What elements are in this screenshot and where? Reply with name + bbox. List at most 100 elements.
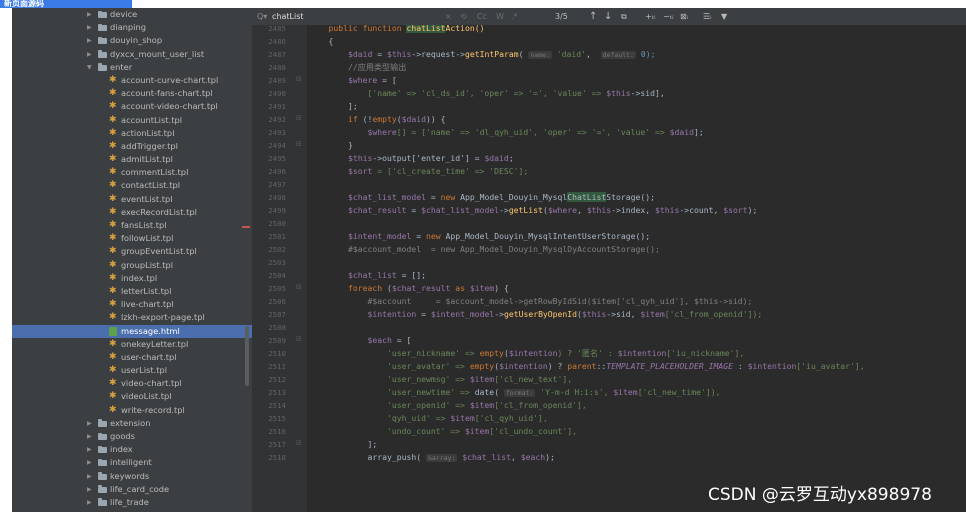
- code-line[interactable]: 'qyh_uid' => $item['cl_qyh_uid'],: [309, 412, 548, 425]
- code-line[interactable]: #$account = $account_model->getRowByIdSi…: [309, 295, 752, 308]
- chevron-right-icon[interactable]: ▶: [87, 483, 92, 496]
- tree-folder[interactable]: ▶ life_trade: [12, 496, 252, 509]
- code-line[interactable]: $chat_list_model = new App_Model_Douyin_…: [309, 191, 655, 204]
- tree-folder[interactable]: ▶ intelligent: [12, 456, 252, 469]
- code-line[interactable]: $chat_list = [];: [309, 269, 426, 282]
- code-line[interactable]: 'user_avatar' => empty($intention) ? par…: [309, 360, 865, 373]
- tree-scrollbar[interactable]: [245, 326, 249, 386]
- code-line[interactable]: $chat_result = $chat_list_model->getList…: [309, 204, 757, 217]
- fold-icon[interactable]: ⊟: [296, 75, 302, 83]
- match-case-button[interactable]: Cc: [477, 8, 487, 25]
- tree-folder[interactable]: ▶ index: [12, 443, 252, 456]
- code-line[interactable]: public function chatListAction(): [309, 25, 484, 35]
- tree-file[interactable]: ✱ groupEventList.tpl: [12, 245, 252, 258]
- search-input[interactable]: chatList: [272, 8, 304, 25]
- tree-file[interactable]: ✱ user-chart.tpl: [12, 351, 252, 364]
- tree-folder[interactable]: ▶ douyin_shop: [12, 34, 252, 47]
- multi-line-icon[interactable]: ☰ᵢ: [703, 8, 712, 25]
- fold-icon[interactable]: ⊟: [296, 283, 302, 291]
- prev-match-icon[interactable]: ↑: [589, 8, 597, 25]
- tree-folder[interactable]: ▶ dianping: [12, 21, 252, 34]
- tree-folder[interactable]: ▶ dyxcx_mount_user_list: [12, 48, 252, 61]
- code-line[interactable]: if (!empty($daid)) {: [309, 113, 446, 126]
- next-match-icon[interactable]: ↓: [604, 8, 612, 25]
- tree-folder[interactable]: ▶ device: [12, 8, 252, 21]
- chevron-right-icon[interactable]: ▶: [87, 443, 92, 456]
- code-line[interactable]: }: [309, 139, 353, 152]
- project-tree[interactable]: ▶ device ▶ dianping ▶ douyin_shop ▶ dyxcx_mount…: [12, 8, 252, 512]
- code-line[interactable]: foreach ($chat_result as $item) {: [309, 282, 509, 295]
- tree-file[interactable]: ✱ index.tpl: [12, 272, 252, 285]
- select-all-occurrences-icon[interactable]: ⧉: [621, 8, 627, 25]
- tree-file[interactable]: ✱ contactList.tpl: [12, 179, 252, 192]
- fold-icon[interactable]: ⊟: [296, 439, 302, 447]
- code-line[interactable]: ['name' => 'cl_ds_id', 'oper' => '=', 'v…: [309, 87, 664, 100]
- tree-file[interactable]: ✱ admitList.tpl: [12, 153, 252, 166]
- code-line[interactable]: $intention = $intent_model->getUserByOpe…: [309, 308, 762, 321]
- code-line[interactable]: $intent_model = new App_Model_Douyin_Mys…: [309, 230, 650, 243]
- fold-icon[interactable]: ⊟: [296, 114, 302, 122]
- tree-file[interactable]: ✱ userList.tpl: [12, 364, 252, 377]
- whole-words-button[interactable]: W: [496, 8, 504, 25]
- chevron-right-icon[interactable]: ▶: [87, 417, 92, 430]
- chevron-right-icon[interactable]: ▶: [87, 456, 92, 469]
- tree-file[interactable]: ✱ account-curve-chart.tpl: [12, 74, 252, 87]
- code-line[interactable]: 'user_nickname' => empty($intention) ? '…: [309, 347, 744, 360]
- code-line[interactable]: $where[] = ['name' => 'dl_qyh_uid', 'ope…: [309, 126, 703, 139]
- tree-file[interactable]: ✱ lzkh-export-page.tpl: [12, 311, 252, 324]
- tree-file[interactable]: ✱ commentList.tpl: [12, 166, 252, 179]
- code-line[interactable]: ];: [309, 438, 377, 451]
- code-line[interactable]: $daid = $this->request->getIntParam( nam…: [309, 48, 655, 62]
- tree-folder[interactable]: ▼ enter: [12, 61, 252, 74]
- code-line[interactable]: array_push( &array: $chat_list, $each);: [309, 451, 555, 465]
- code-line[interactable]: $this->output['enter_id'] = $daid;: [309, 152, 514, 165]
- tree-file[interactable]: ✱ account-fans-chart.tpl: [12, 87, 252, 100]
- tree-folder[interactable]: ▶ keywords: [12, 470, 252, 483]
- tree-file[interactable]: ✱ live-chart.tpl: [12, 298, 252, 311]
- tree-file[interactable]: ✱ write-record.tpl: [12, 404, 252, 417]
- chevron-down-icon[interactable]: ▼: [87, 61, 92, 74]
- tree-file[interactable]: ✱ account-video-chart.tpl: [12, 100, 252, 113]
- tree-file[interactable]: ✱ execRecordList.tpl: [12, 206, 252, 219]
- tree-file[interactable]: ✱ fansList.tpl: [12, 219, 252, 232]
- code-line[interactable]: $where = [: [309, 74, 397, 87]
- code-editor[interactable]: public function chatListAction() { $daid…: [307, 25, 966, 512]
- fold-icon[interactable]: ⊟: [296, 335, 302, 343]
- add-occurrence-icon[interactable]: +ₜᵢ: [645, 8, 656, 25]
- tree-file[interactable]: ✱ onekeyLetter.tpl: [12, 338, 252, 351]
- code-line[interactable]: #$account_model = new App_Model_Douyin_M…: [309, 243, 660, 256]
- code-line[interactable]: $sort = ['cl_create_time' => 'DESC'];: [309, 165, 528, 178]
- chevron-right-icon[interactable]: ▶: [87, 34, 92, 47]
- tree-folder[interactable]: ▶ extension: [12, 417, 252, 430]
- tree-file[interactable]: ✱ actionList.tpl: [12, 127, 252, 140]
- tree-folder[interactable]: ▶ goods: [12, 430, 252, 443]
- search-icon[interactable]: Q▾: [257, 8, 267, 25]
- chevron-right-icon[interactable]: ▶: [87, 48, 92, 61]
- regex-button[interactable]: .*: [511, 8, 518, 25]
- tree-file[interactable]: ✱ eventList.tpl: [12, 193, 252, 206]
- code-line[interactable]: $each = [: [309, 334, 411, 347]
- tree-folder[interactable]: ▶ life_card_code: [12, 483, 252, 496]
- tree-file[interactable]: ✱ followList.tpl: [12, 232, 252, 245]
- tree-file[interactable]: ✱ accountList.tpl: [12, 114, 252, 127]
- code-line[interactable]: ];: [309, 100, 358, 113]
- chevron-right-icon[interactable]: ▶: [87, 470, 92, 483]
- tree-file[interactable]: ✱ letterList.tpl: [12, 285, 252, 298]
- chevron-right-icon[interactable]: ▶: [87, 496, 92, 509]
- history-icon[interactable]: ⟲: [460, 8, 467, 25]
- toggle-selection-icon[interactable]: ⊠ᵢ: [680, 8, 688, 25]
- tree-file[interactable]: message.html: [12, 324, 252, 338]
- fold-icon[interactable]: ⊟: [296, 140, 302, 148]
- clear-icon[interactable]: ×: [445, 8, 452, 25]
- code-line[interactable]: 'user_newtime' => date( format: 'Y-m-d H…: [309, 386, 721, 400]
- chevron-right-icon[interactable]: ▶: [87, 21, 92, 34]
- filter-icon[interactable]: ▼: [721, 8, 727, 25]
- remove-occurrence-icon[interactable]: −ₜᵢ: [663, 8, 674, 25]
- code-line[interactable]: //应用类型输出: [309, 61, 406, 74]
- chevron-right-icon[interactable]: ▶: [87, 8, 92, 21]
- code-line[interactable]: 'undo_count' => $item['cl_undo_count'],: [309, 425, 577, 438]
- tree-file[interactable]: ✱ groupList.tpl: [12, 259, 252, 272]
- code-line[interactable]: 'user_openid' => $item['cl_from_openid']…: [309, 399, 587, 412]
- tree-file[interactable]: ✱ videoList.tpl: [12, 390, 252, 403]
- code-line[interactable]: 'user_newmsg' => $item['cl_new_text'],: [309, 373, 572, 386]
